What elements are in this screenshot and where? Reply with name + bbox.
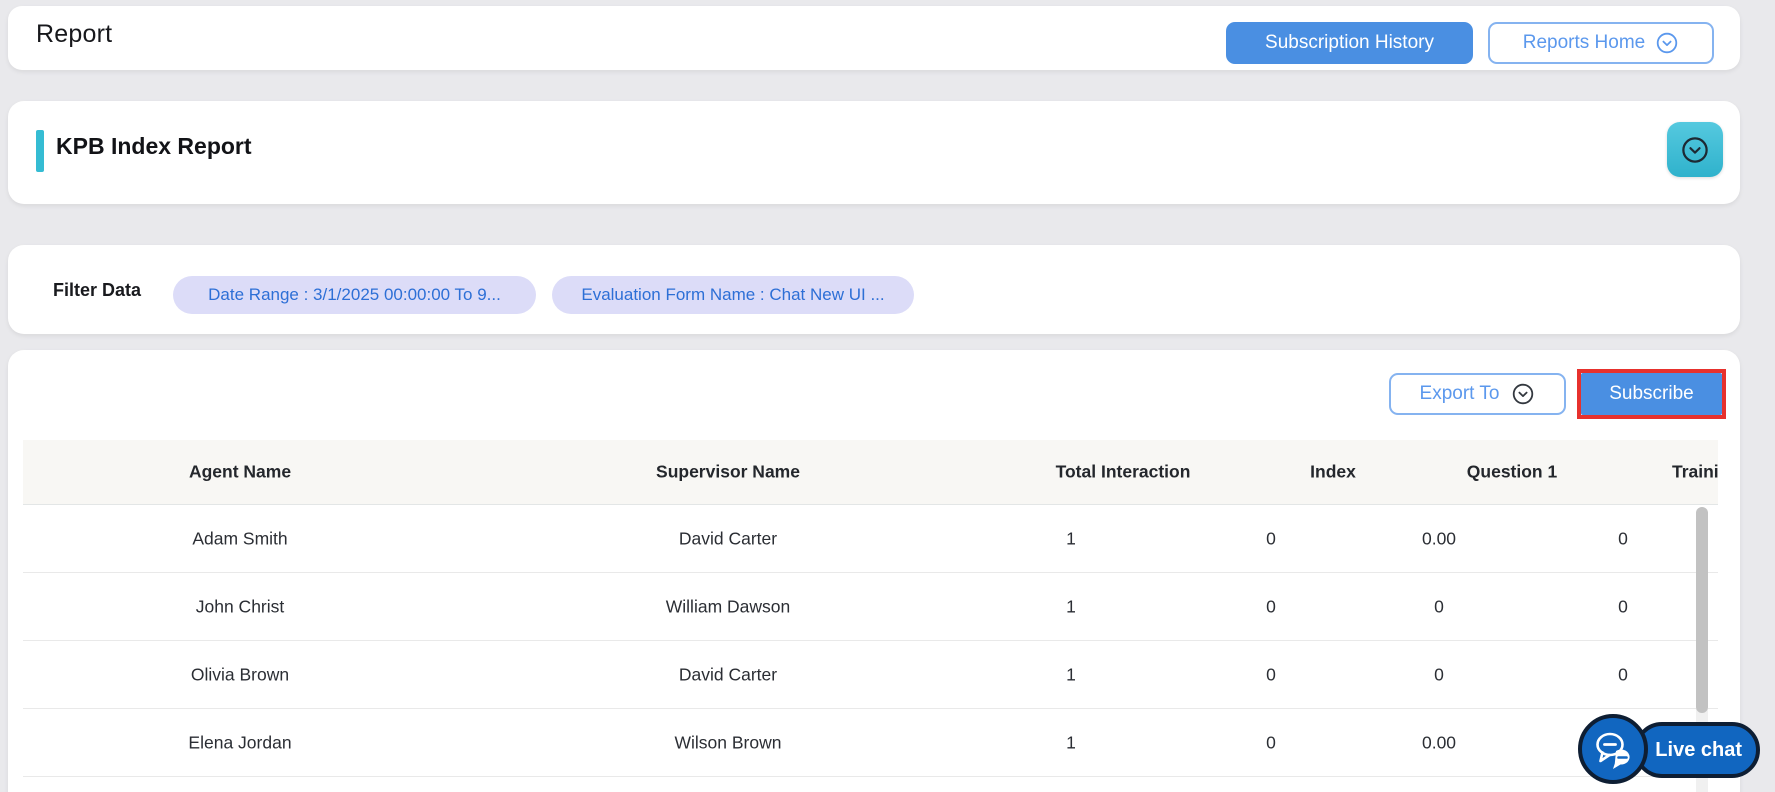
subscribe-label: Subscribe xyxy=(1609,383,1694,404)
filter-card: Filter Data Date Range : 3/1/2025 00:00:… xyxy=(8,245,1740,334)
page-title: Report xyxy=(36,20,113,48)
chevron-down-icon xyxy=(1657,32,1678,54)
cell-training: 0 xyxy=(1618,528,1628,548)
subscribe-button[interactable]: Subscribe xyxy=(1581,373,1722,415)
reports-home-button[interactable]: Reports Home xyxy=(1488,22,1714,64)
live-chat-label: Live chat xyxy=(1655,738,1742,761)
evaluation-form-filter-chip[interactable]: Evaluation Form Name : Chat New UI ... xyxy=(552,276,914,314)
column-header-supervisor-name: Supervisor Name xyxy=(656,461,800,482)
subscription-history-label: Subscription History xyxy=(1265,32,1434,53)
cell-supervisor-name: William Dawson xyxy=(665,596,791,616)
cell-training: 0 xyxy=(1618,664,1628,684)
cell-total-interaction: 1 xyxy=(1066,596,1076,616)
cell-index: 0 xyxy=(1266,528,1276,548)
live-chat-bubble-button[interactable] xyxy=(1578,714,1648,784)
cell-total-interaction: 1 xyxy=(1066,528,1076,548)
cell-agent-name: John Christ xyxy=(195,596,285,616)
live-chat-button[interactable]: Live chat xyxy=(1634,722,1760,778)
cell-agent-name: Olivia Brown xyxy=(190,664,290,684)
column-header-training: Training xyxy=(1671,461,1718,482)
cell-supervisor-name: Wilson Brown xyxy=(674,732,782,752)
date-range-filter-text: Date Range : 3/1/2025 00:00:00 To 9... xyxy=(208,285,501,304)
cell-agent-name: Elena Jordan xyxy=(188,732,292,752)
report-table: Agent Name Supervisor Name Total Interac… xyxy=(23,440,1718,792)
subscribe-highlight-box: Subscribe xyxy=(1577,369,1726,419)
export-to-button[interactable]: Export To xyxy=(1389,373,1566,415)
report-card-title: KPB Index Report xyxy=(56,133,252,159)
cell-supervisor-name: David Carter xyxy=(678,528,778,548)
table-row[interactable]: Adam Smith David Carter 1 0 0.00 0 xyxy=(23,505,1718,573)
table-row[interactable]: John Christ William Dawson 1 0 0 0 xyxy=(23,573,1718,641)
cell-total-interaction: 1 xyxy=(1066,732,1076,752)
report-table-card: Export To Subscribe Agent Name Superviso… xyxy=(8,350,1740,792)
cell-question-1: 0 xyxy=(1434,596,1444,616)
table-row[interactable]: Elena Jordan Wilson Brown 1 0 0.00 xyxy=(23,709,1718,777)
column-header-index: Index xyxy=(1310,461,1356,482)
report-page: { "page": { "title": "Report" }, "header… xyxy=(0,0,1775,792)
cell-index: 0 xyxy=(1266,732,1276,752)
cell-question-1: 0.00 xyxy=(1421,528,1457,548)
export-to-label: Export To xyxy=(1419,383,1500,404)
cell-supervisor-name: David Carter xyxy=(678,664,778,684)
subscription-history-button[interactable]: Subscription History xyxy=(1226,22,1473,64)
chevron-down-icon xyxy=(1513,383,1534,405)
table-body: Adam Smith David Carter 1 0 0.00 0 John … xyxy=(23,504,1718,792)
top-header-card: Report Subscription History Reports Home xyxy=(8,6,1740,70)
column-header-question-1: Question 1 xyxy=(1466,461,1558,482)
chat-bubbles-icon xyxy=(1596,732,1630,769)
scrollbar-thumb[interactable] xyxy=(1696,507,1708,713)
cell-index: 0 xyxy=(1266,596,1276,616)
cell-total-interaction: 1 xyxy=(1066,664,1076,684)
date-range-filter-chip[interactable]: Date Range : 3/1/2025 00:00:00 To 9... xyxy=(173,276,536,314)
reports-home-label: Reports Home xyxy=(1522,32,1646,53)
cell-agent-name: Adam Smith xyxy=(192,528,288,548)
table-row[interactable]: Olivia Brown David Carter 1 0 0 0 xyxy=(23,641,1718,709)
collapse-report-button[interactable] xyxy=(1667,122,1723,177)
cell-question-1: 0.00 xyxy=(1421,732,1457,752)
evaluation-form-filter-text: Evaluation Form Name : Chat New UI ... xyxy=(581,285,885,304)
column-header-agent-name: Agent Name xyxy=(188,461,292,482)
kpb-report-card: KPB Index Report xyxy=(8,101,1740,204)
title-accent-bar xyxy=(36,130,44,172)
cell-index: 0 xyxy=(1266,664,1276,684)
column-header-total-interaction: Total Interaction xyxy=(1055,461,1191,482)
table-row-partial xyxy=(23,777,1718,792)
cell-training: 0 xyxy=(1618,596,1628,616)
table-header-row: Agent Name Supervisor Name Total Interac… xyxy=(23,440,1718,504)
chevron-down-icon xyxy=(1682,136,1708,163)
filter-data-label: Filter Data xyxy=(53,280,142,300)
cell-question-1: 0 xyxy=(1434,664,1444,684)
